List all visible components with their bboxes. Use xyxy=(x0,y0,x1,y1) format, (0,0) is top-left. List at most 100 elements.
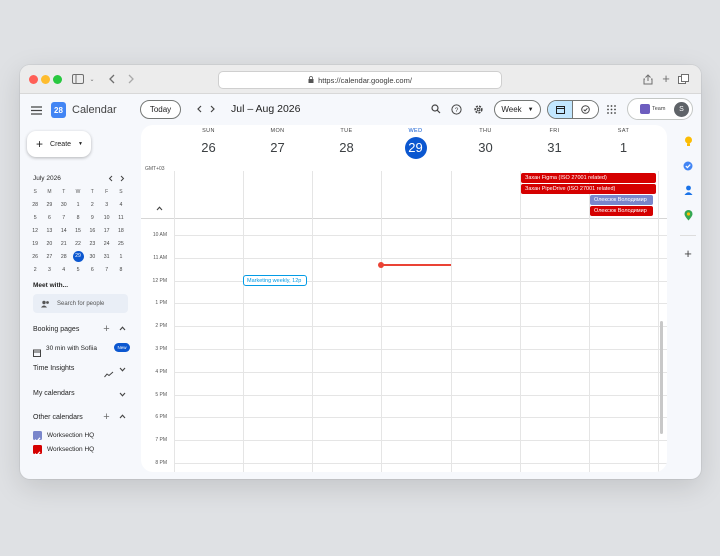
insights-chart-icon[interactable] xyxy=(104,365,114,383)
mini-calendar-day[interactable]: 22 xyxy=(71,237,85,250)
previous-week-icon[interactable] xyxy=(194,103,204,115)
mini-calendar-day[interactable]: 2 xyxy=(28,263,42,276)
mini-calendar-day[interactable]: 3 xyxy=(42,263,56,276)
close-window-button[interactable] xyxy=(29,75,38,84)
allday-event[interactable]: Олексюк Володимир xyxy=(590,195,653,205)
allday-event[interactable]: Захан PipeDrive (ISO 27001 related) xyxy=(521,184,656,194)
mini-calendar-day[interactable]: 5 xyxy=(28,211,42,224)
mini-calendar-day[interactable]: 30 xyxy=(85,250,99,263)
vertical-scrollbar[interactable] xyxy=(660,321,663,434)
tasks-mode-button[interactable] xyxy=(573,101,598,118)
mini-calendar-day[interactable]: 4 xyxy=(114,198,128,211)
mini-calendar-day[interactable]: 27 xyxy=(42,250,56,263)
next-week-icon[interactable] xyxy=(208,103,218,115)
mini-next-icon[interactable] xyxy=(118,174,126,183)
mini-calendar-day[interactable]: 10 xyxy=(99,211,113,224)
mini-calendar-day[interactable]: 23 xyxy=(85,237,99,250)
calendar-checkbox-1[interactable] xyxy=(33,431,42,443)
mini-calendar-day[interactable]: 12 xyxy=(28,224,42,237)
apps-grid-icon[interactable] xyxy=(606,104,616,114)
marketing-event[interactable]: Marketing weekly, 12p xyxy=(243,275,307,286)
tabs-overview-icon[interactable] xyxy=(677,72,689,86)
today-button[interactable]: Today xyxy=(140,100,181,119)
day-date[interactable]: 31 xyxy=(520,137,589,159)
mini-calendar-day[interactable]: 28 xyxy=(28,198,42,211)
back-icon[interactable] xyxy=(106,72,118,86)
day-header[interactable]: WED 29 xyxy=(381,128,450,159)
allday-event[interactable]: Олексюк Володимир xyxy=(590,206,653,216)
chevron-down-icon[interactable] xyxy=(118,366,127,373)
day-date[interactable]: 29 xyxy=(381,137,450,159)
mini-calendar-day[interactable]: 18 xyxy=(114,224,128,237)
day-date[interactable]: 1 xyxy=(589,137,658,159)
allday-event[interactable]: Захан Figma (ISO 27001 related) xyxy=(521,173,656,183)
maximize-window-button[interactable] xyxy=(53,75,62,84)
day-date[interactable]: 27 xyxy=(243,137,312,159)
mini-calendar-day[interactable]: 29 xyxy=(42,198,56,211)
search-icon[interactable] xyxy=(430,103,442,115)
mini-calendar-day[interactable]: 15 xyxy=(71,224,85,237)
share-icon[interactable] xyxy=(642,72,654,86)
mini-calendar-day[interactable]: 29 xyxy=(71,250,85,263)
mini-calendar-day[interactable]: 6 xyxy=(42,211,56,224)
day-header[interactable]: THU 30 xyxy=(451,128,520,159)
search-people-input[interactable]: Search for people xyxy=(33,294,128,313)
forward-icon[interactable] xyxy=(125,72,137,86)
maps-icon[interactable] xyxy=(682,209,694,221)
add-calendar-icon[interactable]: + xyxy=(102,411,111,423)
mini-calendar-day[interactable]: 3 xyxy=(99,198,113,211)
mini-calendar-day[interactable]: 2 xyxy=(85,198,99,211)
mini-calendar-day[interactable]: 9 xyxy=(85,211,99,224)
calendar-mode-button[interactable] xyxy=(548,101,574,118)
chevron-down-icon[interactable]: ⌄ xyxy=(88,74,96,84)
mini-calendar-day[interactable]: 20 xyxy=(42,237,56,250)
mini-calendar-day[interactable]: 5 xyxy=(71,263,85,276)
address-bar[interactable]: https://calendar.google.com/ xyxy=(218,71,502,89)
day-header[interactable]: FRI 31 xyxy=(520,128,589,159)
create-button[interactable]: + Create ▼ xyxy=(27,131,91,157)
day-header[interactable]: MON 27 xyxy=(243,128,312,159)
collapse-allday-icon[interactable] xyxy=(155,204,164,212)
booking-item-label[interactable]: 30 min with Sofiia xyxy=(46,345,97,352)
mini-calendar-day[interactable]: 17 xyxy=(99,224,113,237)
day-header[interactable]: SAT 1 xyxy=(589,128,658,159)
mini-calendar-day[interactable]: 1 xyxy=(114,250,128,263)
mini-calendar-day[interactable]: 26 xyxy=(28,250,42,263)
mini-calendar-day[interactable]: 7 xyxy=(99,263,113,276)
chevron-down-icon[interactable] xyxy=(118,391,127,398)
day-date[interactable]: 28 xyxy=(312,137,381,159)
chevron-up-icon[interactable] xyxy=(118,412,127,421)
tasks-icon[interactable] xyxy=(682,160,694,172)
help-icon[interactable]: ? xyxy=(450,103,462,115)
mini-calendar-day[interactable]: 13 xyxy=(42,224,56,237)
mini-calendar-day[interactable]: 1 xyxy=(71,198,85,211)
mini-calendar-day[interactable]: 8 xyxy=(114,263,128,276)
add-addon-icon[interactable]: + xyxy=(682,246,694,261)
mini-calendar-day[interactable]: 7 xyxy=(57,211,71,224)
contacts-icon[interactable] xyxy=(682,184,694,196)
mini-calendar-day[interactable]: 30 xyxy=(57,198,71,211)
day-date[interactable]: 30 xyxy=(451,137,520,159)
mini-calendar-day[interactable]: 24 xyxy=(99,237,113,250)
mini-calendar-day[interactable]: 11 xyxy=(114,211,128,224)
main-menu-icon[interactable] xyxy=(30,104,42,116)
mini-calendar-day[interactable]: 31 xyxy=(99,250,113,263)
view-selector[interactable]: Week ▼ xyxy=(494,100,541,119)
day-date[interactable]: 26 xyxy=(174,137,243,159)
day-header[interactable]: SUN 26 xyxy=(174,128,243,159)
account-chip[interactable]: Team S xyxy=(627,98,693,120)
calendar-checkbox-2[interactable] xyxy=(33,445,42,457)
day-header[interactable]: TUE 28 xyxy=(312,128,381,159)
add-booking-icon[interactable]: + xyxy=(102,323,111,335)
chevron-up-icon[interactable] xyxy=(118,324,127,333)
mini-prev-icon[interactable] xyxy=(106,174,114,183)
minimize-window-button[interactable] xyxy=(41,75,50,84)
mini-calendar-day[interactable]: 28 xyxy=(57,250,71,263)
mini-calendar-day[interactable]: 19 xyxy=(28,237,42,250)
settings-gear-icon[interactable] xyxy=(472,103,484,115)
mini-calendar-day[interactable]: 6 xyxy=(85,263,99,276)
mini-calendar-day[interactable]: 16 xyxy=(85,224,99,237)
mini-calendar-day[interactable]: 14 xyxy=(57,224,71,237)
mini-calendar-day[interactable]: 8 xyxy=(71,211,85,224)
mini-calendar-day[interactable]: 25 xyxy=(114,237,128,250)
